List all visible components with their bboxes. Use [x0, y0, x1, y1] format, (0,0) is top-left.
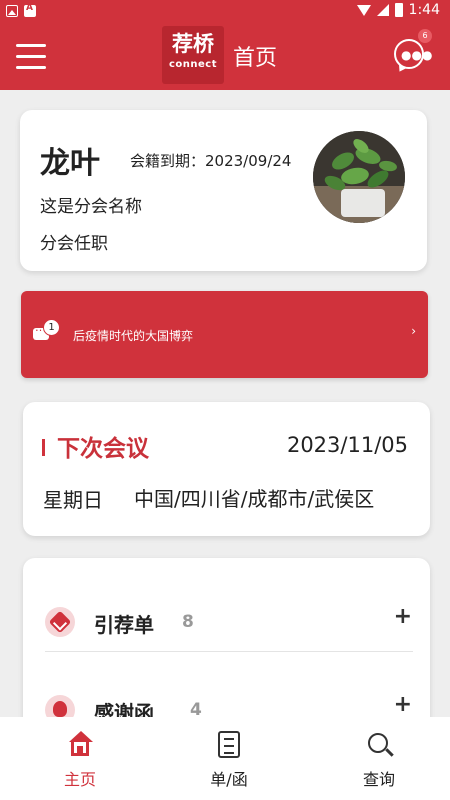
- chat-dots-icon: ●●●: [401, 48, 433, 62]
- meeting-location: 中国/四川省/成都市/武侯区: [134, 487, 375, 511]
- branch-role: 分会任职: [40, 234, 108, 254]
- notice-badge: 1: [43, 319, 60, 336]
- logo-subtext: connect: [168, 59, 218, 70]
- next-meeting-card[interactable]: 下次会议 2023/11/05 星期日 中国/四川省/成都市/武侯区: [23, 402, 430, 536]
- title-accent-bar: [42, 439, 45, 456]
- tab-search[interactable]: 查询: [329, 717, 429, 800]
- list-item-label: 引荐单: [94, 613, 154, 637]
- tab-home-label: 主页: [63, 770, 96, 789]
- meeting-title: 下次会议: [57, 436, 149, 462]
- list-item-count: 8: [182, 612, 194, 632]
- chevron-right-icon: ›: [411, 324, 416, 338]
- image-notification-icon: [6, 5, 18, 17]
- system-icons: 1:44: [356, 2, 440, 18]
- meeting-date: 2023/11/05: [286, 433, 408, 457]
- app-header: 荐桥 connect 首页 ●●● 6: [0, 24, 450, 90]
- tab-search-label: 查询: [362, 770, 395, 789]
- tab-forms[interactable]: 单/函: [179, 717, 279, 800]
- wifi-icon: [356, 4, 371, 16]
- notification-icons: [6, 3, 36, 17]
- app-notification-icon: [24, 3, 36, 17]
- home-icon: [67, 731, 93, 759]
- app-logo: 荐桥 connect: [162, 26, 224, 84]
- search-icon: [366, 731, 394, 759]
- logo-text: 荐桥: [172, 32, 214, 56]
- document-icon: [216, 731, 242, 759]
- battery-icon: [394, 3, 403, 17]
- avatar[interactable]: [313, 131, 405, 223]
- list-item-referral[interactable]: 引荐单 8 +: [23, 570, 430, 650]
- bottom-nav: 主页 单/函 查询: [0, 717, 450, 800]
- divider: [45, 651, 413, 652]
- notice-text: 后疫情时代的大国博弈: [73, 329, 194, 343]
- membership-expiry: 会籍到期：2023/09/24: [130, 152, 292, 170]
- notice-banner[interactable]: 1 后疫情时代的大国博弈 ›: [21, 291, 428, 378]
- tab-forms-label: 单/函: [210, 770, 248, 789]
- tab-home[interactable]: 主页: [30, 717, 130, 800]
- message-icon[interactable]: ●●●: [394, 39, 432, 69]
- menu-icon[interactable]: [16, 44, 48, 70]
- heart-icon: [45, 607, 75, 637]
- page-title: 首页: [233, 46, 278, 71]
- status-bar: 1:44: [0, 0, 450, 24]
- branch-name: 这是分会名称: [40, 197, 142, 217]
- profile-card[interactable]: 龙叶 会籍到期：2023/09/24 这是分会名称 分会任职: [20, 110, 427, 271]
- member-name: 龙叶: [40, 146, 100, 181]
- add-thanks-button[interactable]: +: [394, 692, 412, 717]
- signal-icon: [376, 4, 389, 16]
- message-badge: 6: [418, 29, 432, 43]
- status-time: 1:44: [408, 2, 440, 18]
- add-referral-button[interactable]: +: [394, 604, 412, 629]
- meeting-weekday: 星期日: [43, 488, 103, 512]
